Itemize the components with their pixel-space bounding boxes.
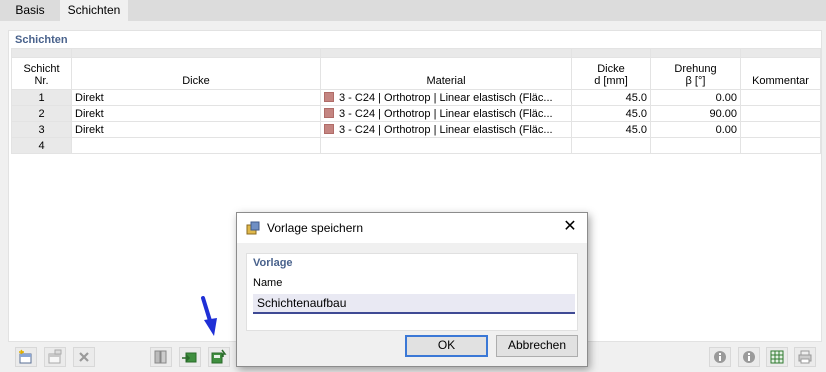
new-layer-icon: [19, 349, 32, 364]
tab-basis[interactable]: Basis: [0, 0, 60, 21]
ok-button[interactable]: OK: [405, 335, 488, 357]
copy-layer-button[interactable]: [44, 347, 66, 367]
comment-cell[interactable]: [740, 89, 821, 106]
dicke-cell[interactable]: Direkt: [71, 89, 321, 106]
row-number: 2: [11, 105, 72, 122]
info-icon: [743, 351, 755, 363]
new-layer-button[interactable]: [15, 347, 37, 367]
header-nr: Schicht Nr.: [11, 57, 72, 90]
material-text: 3 - C24 | Orthotrop | Linear elastisch (…: [339, 123, 553, 136]
table-row[interactable]: 2 Direkt 3 - C24 | Orthotrop | Linear el…: [11, 105, 821, 122]
material-text: 3 - C24 | Orthotrop | Linear elastisch (…: [339, 107, 553, 120]
material-color-swatch: [324, 107, 334, 118]
comment-cell[interactable]: [740, 121, 821, 138]
book-icon: [154, 350, 167, 364]
material-color-swatch: [324, 123, 334, 134]
library-button[interactable]: [150, 347, 172, 367]
rotation-cell[interactable]: 0.00: [650, 121, 741, 138]
table-row[interactable]: 4: [11, 137, 821, 154]
header-group-thickness: [571, 48, 651, 58]
cancel-button[interactable]: Abbrechen: [496, 335, 578, 357]
template-name-input[interactable]: [253, 294, 575, 314]
comment-cell[interactable]: [740, 105, 821, 122]
header-thickness-line2: d [mm]: [594, 75, 628, 87]
header-group-nr: [11, 48, 72, 58]
comment-cell[interactable]: [740, 137, 821, 154]
thickness-cell[interactable]: 45.0: [571, 121, 651, 138]
header-nr-line2: Nr.: [34, 75, 49, 87]
table-row[interactable]: 3 Direkt 3 - C24 | Orthotrop | Linear el…: [11, 121, 821, 138]
load-template-icon: [182, 352, 197, 363]
row-number: 3: [11, 121, 72, 138]
copy-layer-icon: [48, 349, 62, 364]
row-number: 4: [11, 137, 72, 154]
load-template-button[interactable]: [179, 347, 201, 367]
tab-schichten[interactable]: Schichten: [60, 0, 128, 21]
dialog-app-icon: [246, 221, 260, 235]
table-export-icon: [770, 350, 784, 364]
group-title: Vorlage: [253, 257, 293, 269]
header-group-rotation: [650, 48, 741, 58]
thickness-cell[interactable]: 45.0: [571, 89, 651, 106]
save-template-dialog: Vorlage speichern ✕ Vorlage Name OK Abbr…: [236, 212, 588, 367]
layers-table: Schicht Nr. Dicke Material Dicke d [mm] Dr…: [11, 48, 821, 154]
rotation-cell[interactable]: 90.00: [650, 105, 741, 122]
material-cell[interactable]: [320, 137, 572, 154]
rotation-cell[interactable]: [650, 137, 741, 154]
material-cell[interactable]: 3 - C24 | Orthotrop | Linear elastisch (…: [320, 121, 572, 138]
section-title: Schichten: [15, 34, 68, 46]
header-group-material: [320, 48, 572, 58]
tab-bar: Basis Schichten: [0, 0, 826, 21]
header-rotation: Drehung β [°]: [650, 57, 741, 90]
header-dicke: Dicke: [71, 57, 321, 90]
name-label: Name: [253, 277, 283, 289]
material-cell[interactable]: 3 - C24 | Orthotrop | Linear elastisch (…: [320, 89, 572, 106]
material-color-swatch: [324, 91, 334, 102]
printer-icon: [798, 350, 812, 364]
thickness-cell[interactable]: [571, 137, 651, 154]
header-comment: Kommentar: [740, 57, 821, 90]
template-group: Vorlage Name: [246, 253, 578, 331]
thickness-cell[interactable]: 45.0: [571, 105, 651, 122]
info-button[interactable]: [709, 347, 731, 367]
header-group-dicke: [71, 48, 321, 58]
table-row[interactable]: 1 Direkt 3 - C24 | Orthotrop | Linear el…: [11, 89, 821, 106]
dicke-cell[interactable]: Direkt: [71, 105, 321, 122]
header-thickness: Dicke d [mm]: [571, 57, 651, 90]
material-text: 3 - C24 | Orthotrop | Linear elastisch (…: [339, 91, 553, 104]
print-button[interactable]: [794, 347, 816, 367]
header-thickness-line1: Dicke: [597, 63, 625, 75]
material-cell[interactable]: 3 - C24 | Orthotrop | Linear elastisch (…: [320, 105, 572, 122]
dicke-cell[interactable]: Direkt: [71, 121, 321, 138]
info-details-button[interactable]: [738, 347, 760, 367]
header-material: Material: [320, 57, 572, 90]
header-rotation-line1: Drehung: [674, 63, 717, 75]
close-icon[interactable]: ✕: [561, 218, 579, 236]
save-template-button[interactable]: [208, 347, 230, 367]
delete-layer-button[interactable]: [73, 347, 95, 367]
row-number: 1: [11, 89, 72, 106]
info-icon: [714, 351, 726, 363]
annotation-arrow-icon: [201, 296, 217, 336]
delete-icon: [79, 352, 89, 362]
dialog-title: Vorlage speichern: [267, 221, 364, 235]
export-table-button[interactable]: [766, 347, 788, 367]
rotation-cell[interactable]: 0.00: [650, 89, 741, 106]
header-group-comment: [740, 48, 821, 58]
header-rotation-line2: β [°]: [685, 75, 706, 87]
header-nr-line1: Schicht: [23, 63, 60, 75]
save-template-icon: [211, 349, 227, 364]
dicke-cell[interactable]: [71, 137, 321, 154]
